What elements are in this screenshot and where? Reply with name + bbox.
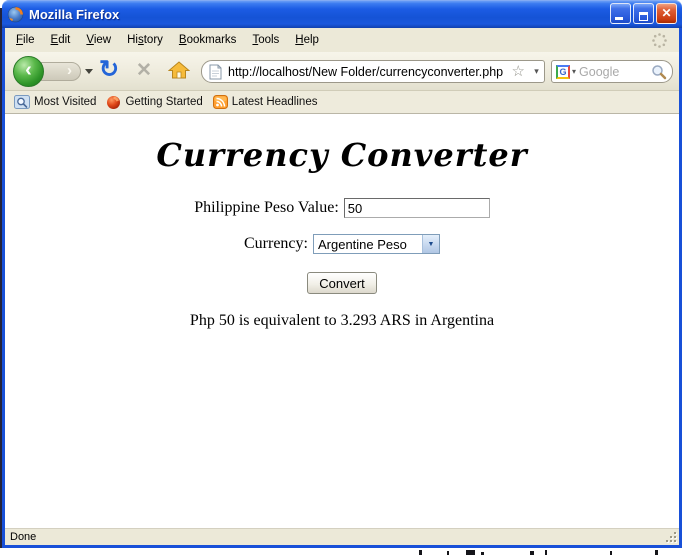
- page-content: Currency Converter Philippine Peso Value…: [5, 114, 679, 528]
- chevron-down-icon: ▼: [427, 240, 435, 248]
- minimize-button[interactable]: [610, 3, 631, 24]
- menu-bar: File Edit View History Bookmarks Tools H…: [5, 28, 679, 52]
- background-window-artifact: [610, 551, 612, 555]
- forward-icon: ›: [67, 62, 72, 79]
- convert-button[interactable]: Convert: [307, 272, 377, 294]
- bookmark-star-icon[interactable]: ☆: [512, 61, 525, 82]
- bookmarks-toolbar: Most Visited Getting Started Latest Head…: [5, 91, 679, 114]
- bookmark-label: Getting Started: [125, 96, 203, 108]
- stop-button[interactable]: ✕: [136, 59, 152, 82]
- currency-select[interactable]: Argentine Peso ▼: [312, 234, 440, 254]
- back-button[interactable]: ‹: [13, 56, 44, 87]
- background-window-artifact: [655, 550, 658, 555]
- search-engine-dropdown-icon[interactable]: ▾: [572, 67, 576, 76]
- back-icon: ‹: [25, 59, 32, 81]
- currency-label: Currency:: [244, 235, 308, 252]
- menu-view[interactable]: View: [78, 30, 119, 50]
- firefox-window: Mozilla Firefox ✕ File Edit View History…: [2, 0, 682, 548]
- conversion-result: Php 50 is equivalent to 3.293 ARS in Arg…: [189, 312, 495, 329]
- window-body: File Edit View History Bookmarks Tools H…: [2, 28, 682, 548]
- search-magnifier-icon[interactable]: [651, 64, 667, 80]
- background-window-artifact: [466, 550, 475, 555]
- menu-edit[interactable]: Edit: [43, 30, 79, 50]
- minimize-icon: [615, 17, 623, 20]
- peso-row: Philippine Peso Value:: [5, 198, 679, 218]
- background-window-strip: [0, 548, 682, 555]
- status-text: Done: [10, 531, 37, 543]
- bookmark-latest-headlines[interactable]: Latest Headlines: [209, 93, 324, 111]
- close-button[interactable]: ✕: [656, 3, 677, 24]
- google-engine-icon[interactable]: G: [556, 64, 570, 79]
- desktop-screen: Mozilla Firefox ✕ File Edit View History…: [0, 0, 682, 555]
- bookmark-getting-started[interactable]: Getting Started: [102, 93, 208, 112]
- bookmark-label: Most Visited: [34, 96, 97, 108]
- select-dropdown-button[interactable]: ▼: [421, 235, 439, 253]
- resize-grip[interactable]: [664, 530, 678, 544]
- menu-file[interactable]: File: [8, 30, 43, 50]
- currency-selected-value: Argentine Peso: [317, 237, 407, 252]
- background-window-artifact: [530, 551, 534, 555]
- background-window-artifact: [419, 550, 422, 555]
- home-icon: [168, 61, 190, 79]
- status-bar: Done: [5, 528, 679, 545]
- menu-history[interactable]: History: [119, 30, 171, 50]
- page-title: Currency Converter: [156, 136, 528, 174]
- search-input[interactable]: [579, 64, 651, 79]
- menu-tools[interactable]: Tools: [244, 30, 287, 50]
- history-dropdown-icon[interactable]: [85, 69, 93, 74]
- rss-icon: [212, 95, 228, 109]
- bookmark-most-visited[interactable]: Most Visited: [10, 93, 102, 111]
- close-icon: ✕: [661, 6, 672, 20]
- background-window-artifact: [545, 550, 547, 555]
- peso-value-input[interactable]: [343, 198, 490, 218]
- maximize-button[interactable]: [633, 3, 654, 24]
- url-dropdown-icon[interactable]: ▾: [529, 61, 544, 82]
- peso-label: Philippine Peso Value:: [194, 199, 339, 216]
- window-controls: ✕: [610, 3, 677, 24]
- refresh-icon: ↻: [99, 56, 120, 83]
- forward-button[interactable]: ›: [41, 62, 81, 81]
- window-title: Mozilla Firefox: [29, 6, 120, 22]
- title-bar[interactable]: Mozilla Firefox ✕: [2, 0, 682, 28]
- home-button[interactable]: [168, 61, 190, 79]
- background-window-artifact: [447, 551, 449, 555]
- stop-icon: ✕: [136, 60, 152, 81]
- bookmark-label: Latest Headlines: [231, 96, 318, 108]
- maximize-icon: [639, 11, 648, 21]
- firefox-logo-icon: [7, 6, 24, 23]
- url-bar[interactable]: ☆ ▾: [201, 60, 545, 83]
- menu-help[interactable]: Help: [287, 30, 327, 50]
- refresh-button[interactable]: ↻: [99, 54, 119, 86]
- url-input[interactable]: [228, 64, 508, 79]
- most-visited-icon: [14, 95, 30, 109]
- search-box[interactable]: G ▾: [551, 60, 673, 83]
- page-favicon-icon: [209, 64, 222, 80]
- firefox-icon: [106, 95, 121, 110]
- navigation-toolbar: ‹ › ↻ ✕ http://localhost/New Folder/curr…: [5, 52, 679, 91]
- menu-bookmarks[interactable]: Bookmarks: [171, 30, 245, 50]
- throbber-icon: [651, 32, 668, 49]
- currency-row: Currency: Argentine Peso ▼: [5, 234, 679, 254]
